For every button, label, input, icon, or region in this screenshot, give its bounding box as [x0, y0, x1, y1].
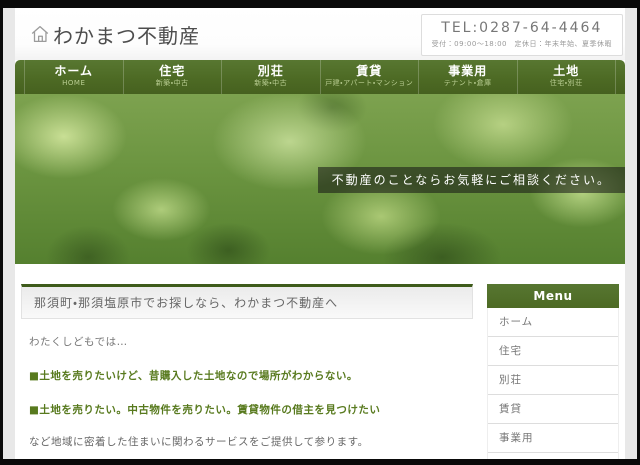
- sidebar-item-land[interactable]: 土地: [488, 453, 618, 459]
- hero-catchphrase: 不動産のことならお気軽にご相談ください。: [317, 167, 625, 193]
- nav-item-label: 住宅: [159, 64, 186, 78]
- site-header: わかまつ不動産 TEL:0287-64-4464 受付：09:00～18:00 …: [15, 8, 625, 60]
- site-logo[interactable]: わかまつ不動産: [29, 20, 200, 49]
- main-column: 那須町・那須塩原市でお探しなら、わかまつ不動産へ わたくしどもでは… ■土地を売…: [21, 284, 473, 459]
- nav-item-houses[interactable]: 住宅 新築・中古: [122, 60, 222, 94]
- site-wrapper: わかまつ不動産 TEL:0287-64-4464 受付：09:00～18:00 …: [15, 8, 625, 459]
- nav-item-land[interactable]: 土地 住宅・別荘: [516, 60, 616, 94]
- page-title: 那須町・那須塩原市でお探しなら、わかまつ不動産へ: [21, 284, 473, 319]
- nav-item-sublabel: 戸建・アパート・マンション: [325, 79, 414, 87]
- nav-item-label: 賃貸: [356, 64, 383, 78]
- sidebar-item-houses[interactable]: 住宅: [488, 337, 618, 366]
- bullet-item: ■土地を売りたい。中古物件を売りたい。賃貸物件の借主を見つけたい: [29, 404, 381, 416]
- sidebar-item-rentals[interactable]: 賃貸: [488, 395, 618, 424]
- body-paragraph: 掲載物件以外にも那須町、那須塩原市の物件が多数ございますのでお気軽にご相談くださ…: [29, 457, 465, 459]
- intro-text: わたくしどもでは…: [29, 336, 128, 348]
- global-nav: ホーム HOME 住宅 新築・中古 別荘 新築・中古 賃貸 戸建・アパート・マン…: [15, 60, 625, 94]
- nav-item-label: ホーム: [54, 64, 94, 78]
- sidebar-menu: ホーム 住宅 別荘 賃貸 事業用 土地 会社概要 お問い合わせ: [487, 308, 619, 459]
- nav-item-label: 土地: [553, 64, 580, 78]
- nav-item-label: 事業用: [448, 64, 488, 78]
- nav-item-villas[interactable]: 別荘 新築・中古: [221, 60, 320, 94]
- tel-number: TEL:0287-64-4464: [441, 20, 603, 36]
- bullet-item: ■土地を売りたいけど、昔購入した土地なので場所がわからない。: [29, 370, 358, 382]
- nav-item-sublabel: テナント・倉庫: [443, 79, 492, 87]
- hero-image: 不動産のことならお気軽にご相談ください。: [15, 94, 625, 264]
- home-icon: [29, 23, 51, 45]
- body-paragraph: など地域に密着した住まいに関わるサービスをご提供して参ります。: [29, 436, 369, 448]
- content-area: 那須町・那須塩原市でお探しなら、わかまつ不動産へ わたくしどもでは… ■土地を売…: [15, 264, 625, 459]
- nav-item-sublabel: 新築・中古: [155, 79, 189, 87]
- sidebar: Menu ホーム 住宅 別荘 賃貸 事業用 土地 会社概要 お問い合わせ: [487, 284, 619, 459]
- sidebar-item-business[interactable]: 事業用: [488, 424, 618, 453]
- sidebar-item-villas[interactable]: 別荘: [488, 366, 618, 395]
- nav-item-home[interactable]: ホーム HOME: [24, 60, 123, 94]
- nav-item-rentals[interactable]: 賃貸 戸建・アパート・マンション: [319, 60, 419, 94]
- tel-hours-note: 受付：09:00～18:00 定休日：年末年始、夏季休暇: [431, 40, 612, 48]
- page: わかまつ不動産 TEL:0287-64-4464 受付：09:00～18:00 …: [3, 8, 637, 459]
- nav-item-business[interactable]: 事業用 テナント・倉庫: [418, 60, 517, 94]
- nav-item-sublabel: 住宅・別荘: [549, 79, 583, 87]
- nav-item-label: 別荘: [257, 64, 284, 78]
- sidebar-menu-title: Menu: [487, 284, 619, 308]
- nav-item-sublabel: HOME: [62, 79, 86, 87]
- tel-box: TEL:0287-64-4464 受付：09:00～18:00 定休日：年末年始…: [420, 14, 623, 56]
- site-title: わかまつ不動産: [53, 23, 200, 48]
- nav-item-sublabel: 新築・中古: [254, 79, 288, 87]
- sidebar-item-home[interactable]: ホーム: [488, 308, 618, 337]
